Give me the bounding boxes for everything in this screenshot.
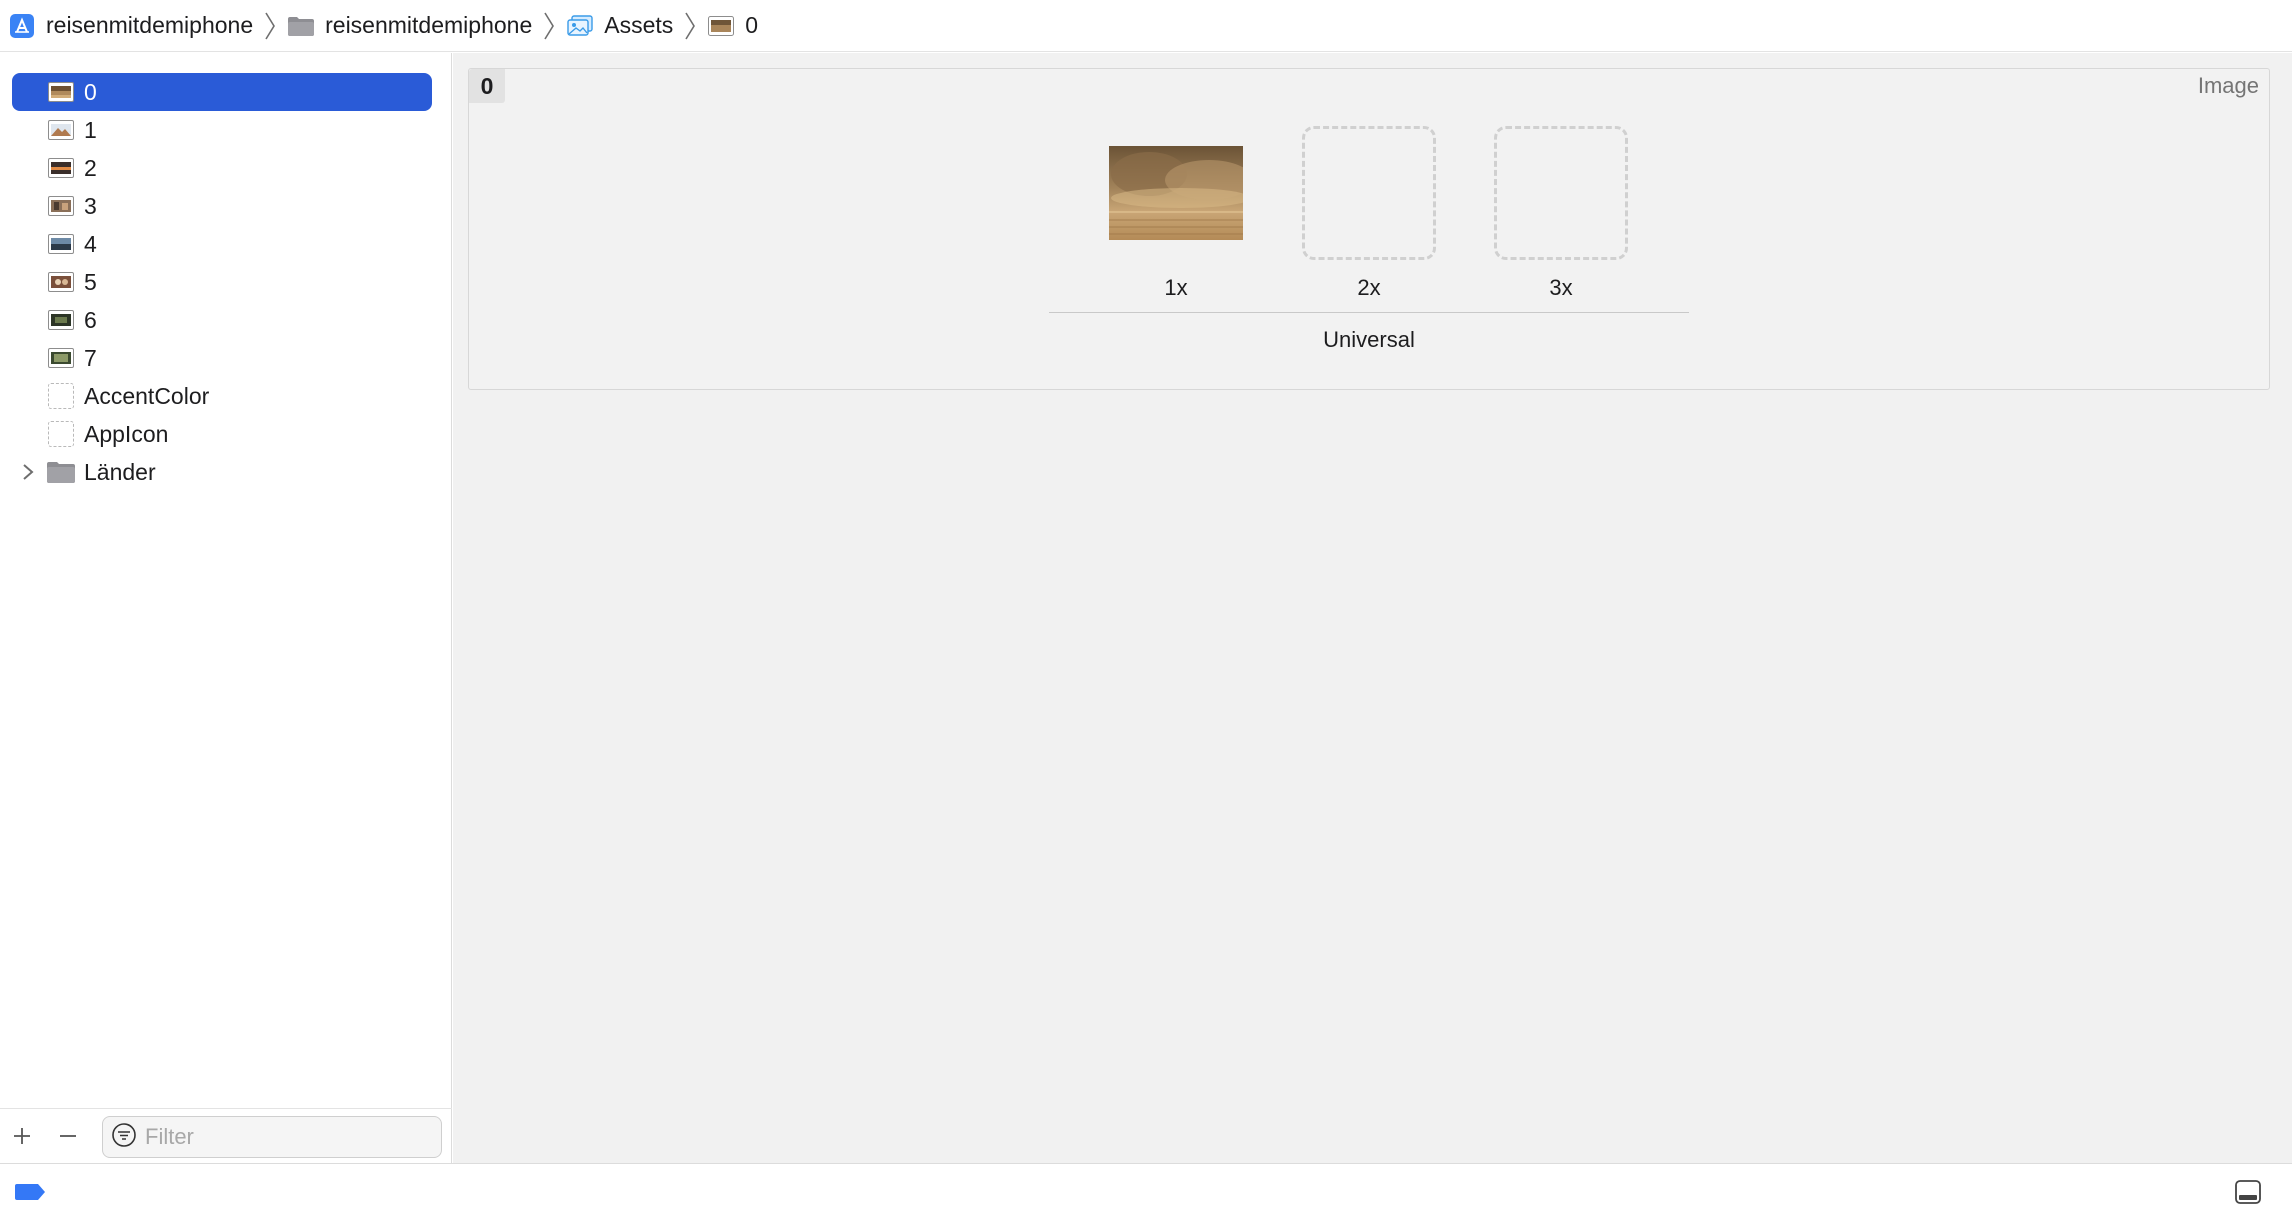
plus-icon [14,1128,30,1144]
asset-list: 0 1 2 3 4 5 6 7 AccentColor AppIcon Länd… [0,73,452,491]
breadcrumb-label: reisenmitdemiphone [325,12,533,38]
asset-item-accentcolor[interactable]: AccentColor [12,377,432,415]
asset-editor: 0 Image 1x 2x 3x Universal [453,53,2292,1163]
asset-item-0[interactable]: 0 [12,73,432,111]
chevron-right-icon [259,10,281,42]
asset-item-7[interactable]: 7 [12,339,432,377]
breadcrumb-label: reisenmitdemiphone [46,12,254,38]
asset-item-3[interactable]: 3 [12,187,432,225]
slot-1x[interactable] [1109,126,1243,260]
image-set-panel[interactable]: 0 Image 1x 2x 3x Universal [468,68,2270,390]
slot-3x-dropzone[interactable] [1494,126,1628,260]
asset-type-label: Image [2197,73,2259,98]
breadcrumb-item-project[interactable]: reisenmitdemiphone [8,0,253,52]
status-bar [0,1163,2292,1224]
image-set-icon [48,82,74,102]
slot-2x-dropzone[interactable] [1302,126,1436,260]
image-set-icon [48,272,74,292]
breadcrumb-item-assets[interactable]: Assets [566,0,673,52]
image-set-icon [48,158,74,178]
debug-area-toggle-icon[interactable] [2234,1178,2262,1206]
asset-navigator: 0 1 2 3 4 5 6 7 AccentColor AppIcon Länd… [0,53,452,1163]
breadcrumb-item-folder[interactable]: reisenmitdemiphone [287,0,532,52]
image-set-icon [48,120,74,140]
slot-1x-label: 1x [1164,275,1188,300]
asset-item-label: 4 [84,231,97,257]
asset-item-label: AccentColor [84,383,210,409]
device-group-divider [1049,312,1689,313]
disclosure-chevron-right-icon[interactable] [18,462,38,482]
asset-catalog-icon [566,12,594,40]
minus-icon [60,1135,76,1137]
asset-item-1[interactable]: 1 [12,111,432,149]
sandstorm-desert-image [1109,146,1243,240]
color-set-placeholder-icon [48,383,74,409]
app-icon-placeholder-icon [48,421,74,447]
asset-item-label: 7 [84,345,97,371]
chevron-right-icon [538,10,560,42]
remove-asset-button[interactable] [46,1114,90,1158]
asset-folder-laender[interactable]: Länder [12,453,432,491]
breadcrumb-label: Assets [604,12,674,38]
activity-indicator-icon[interactable] [14,1183,46,1201]
asset-item-label: 0 [84,79,97,105]
asset-item-label: Länder [84,459,156,485]
breadcrumb: reisenmitdemiphone reisenmitdemiphone As… [0,0,2292,52]
image-set-icon [48,234,74,254]
slot-3x-label: 3x [1549,275,1573,300]
slot-2x-label: 2x [1357,275,1381,300]
add-asset-button[interactable] [0,1114,44,1158]
image-set-icon [48,310,74,330]
folder-icon [46,460,76,484]
image-set-icon [48,196,74,216]
xcode-asset-catalog-window: reisenmitdemiphone reisenmitdemiphone As… [0,0,2292,1224]
breadcrumb-label: 0 [745,12,759,38]
asset-item-label: 1 [84,117,97,143]
asset-item-appicon[interactable]: AppIcon [12,415,432,453]
filter-input[interactable] [145,1124,425,1150]
asset-item-label: 2 [84,155,97,181]
asset-item-label: 6 [84,307,97,333]
asset-item-label: AppIcon [84,421,169,447]
asset-item-5[interactable]: 5 [12,263,432,301]
image-set-icon [48,348,74,368]
asset-item-4[interactable]: 4 [12,225,432,263]
filter-icon [111,1122,137,1153]
asset-item-label: 5 [84,269,97,295]
asset-item-label: 3 [84,193,97,219]
xcode-project-icon [8,12,36,40]
asset-item-2[interactable]: 2 [12,149,432,187]
image-set-icon [707,12,735,40]
filter-field[interactable] [102,1116,442,1158]
folder-icon [287,12,315,40]
asset-name-tag: 0 [469,69,505,103]
navigator-footer [0,1108,452,1163]
breadcrumb-item-image-set[interactable]: 0 [707,0,758,52]
device-group-label: Universal [1323,327,1415,352]
asset-item-6[interactable]: 6 [12,301,432,339]
chevron-right-icon [679,10,701,42]
